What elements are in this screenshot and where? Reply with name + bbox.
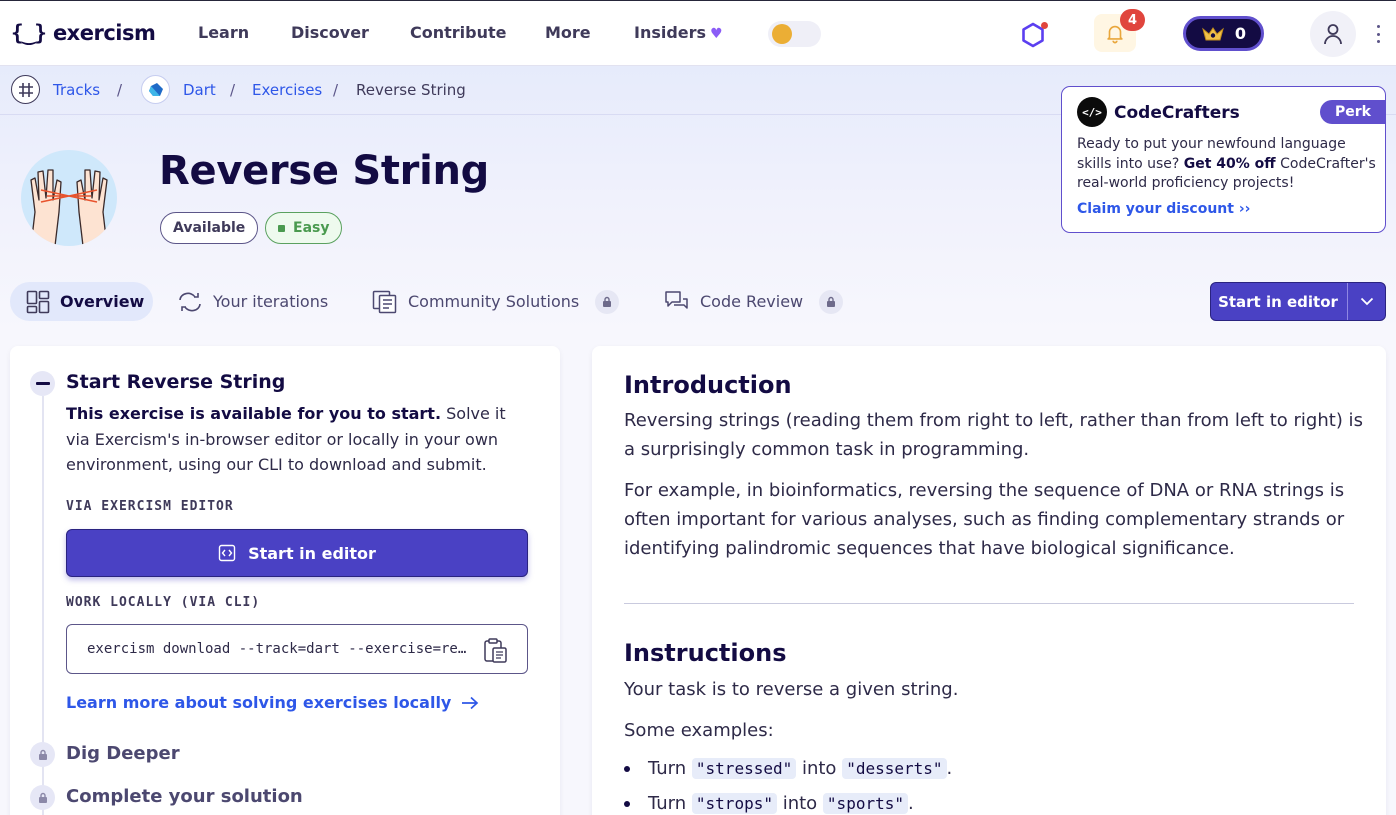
claim-discount-link[interactable]: Claim your discount ››: [1077, 201, 1250, 217]
start-in-editor-dropdown-button[interactable]: Start in editor: [1210, 282, 1386, 321]
complete-solution-step: Complete your solution: [66, 786, 303, 807]
perk-badge: Perk: [1320, 100, 1386, 124]
top-navigation: {‿} exercism Learn Discover Contribute M…: [0, 0, 1396, 66]
dart-track-icon[interactable]: [141, 75, 170, 104]
list-item: Turn "stressed" into "desserts".: [624, 758, 952, 779]
tab-iterations[interactable]: Your iterations: [177, 282, 328, 321]
user-avatar-button[interactable]: [1310, 11, 1356, 57]
tab-code-review-label: Code Review: [700, 292, 804, 311]
overview-grid-icon: [26, 290, 50, 313]
breadcrumb-exercises[interactable]: Exercises: [252, 81, 322, 99]
breadcrumb-tracks[interactable]: Tracks: [53, 81, 100, 99]
reputation-button[interactable]: 0: [1183, 16, 1264, 51]
reputation-value: 0: [1234, 24, 1247, 43]
difficulty-badge: Easy: [265, 212, 343, 244]
lock-icon: [595, 289, 620, 314]
iterations-icon: [179, 292, 201, 311]
community-solutions-icon: [372, 290, 397, 313]
learn-more-locally-link[interactable]: Learn more about solving exercises local…: [66, 693, 479, 712]
lock-icon: [30, 742, 55, 767]
difficulty-square-icon: [278, 224, 285, 232]
learn-more-label: Learn more about solving exercises local…: [66, 693, 452, 712]
breadcrumb-separator: /: [230, 81, 236, 99]
journey-indicator-dot: [1041, 22, 1048, 29]
code-snippet: "desserts": [842, 758, 947, 779]
editor-icon: [218, 544, 236, 562]
nav-discover[interactable]: Discover: [291, 23, 369, 42]
codecrafters-logo: </>: [1077, 97, 1107, 127]
nav-more[interactable]: More: [545, 23, 591, 42]
tab-community-solutions[interactable]: Community Solutions: [372, 282, 620, 321]
cli-command-box: exercism download --track=dart --exercis…: [66, 624, 528, 674]
introduction-heading: Introduction: [624, 371, 792, 399]
status-badge: Available: [160, 212, 259, 244]
breadcrumb-current: Reverse String: [356, 81, 466, 99]
start-in-editor-label: Start in editor: [1218, 292, 1338, 311]
chevron-right-icon: ››: [1238, 201, 1251, 217]
instructions-paragraph-2: Some examples:: [624, 720, 774, 741]
code-review-chat-icon: [665, 290, 688, 309]
introduction-paragraph-1: Reversing strings (reading them from rig…: [624, 410, 1363, 460]
logo-mark: {‿}: [11, 21, 47, 45]
list-item: Turn "strops" into "sports".: [624, 793, 914, 814]
introduction-paragraph-2: For example, in bioinformatics, reversin…: [624, 480, 1345, 559]
user-icon: [1324, 24, 1342, 45]
via-editor-label: VIA EXERCISM EDITOR: [66, 499, 234, 514]
start-in-editor-button[interactable]: Start in editor: [66, 529, 528, 577]
exercise-title: Reverse String: [159, 148, 489, 194]
start-exercise-panel: Start Reverse String This exercise is av…: [10, 346, 560, 815]
perk-description: Ready to put your newfound language skil…: [1077, 136, 1376, 191]
heart-icon: ♥: [710, 26, 723, 42]
cli-command[interactable]: exercism download --track=dart --exercis…: [87, 641, 471, 657]
breadcrumb-separator: /: [117, 81, 123, 99]
tab-code-review[interactable]: Code Review: [664, 282, 844, 321]
start-step-title: Start Reverse String: [66, 371, 286, 393]
tab-overview[interactable]: Overview: [10, 282, 153, 321]
dig-deeper-step: Dig Deeper: [66, 743, 180, 764]
nav-contribute[interactable]: Contribute: [410, 23, 507, 42]
code-snippet: "sports": [822, 793, 908, 814]
lock-icon: [30, 785, 55, 810]
nav-learn[interactable]: Learn: [198, 23, 249, 42]
section-divider: [624, 603, 1354, 604]
tab-community-label: Community Solutions: [408, 292, 580, 311]
instructions-paragraph-1: Your task is to reverse a given string.: [624, 679, 959, 700]
bullet-dot: [624, 800, 630, 807]
difficulty-label: Easy: [293, 220, 330, 236]
bullet-dot: [624, 765, 630, 772]
nav-insiders[interactable]: Insiders ♥: [634, 23, 723, 42]
breadcrumb-separator: /: [333, 81, 339, 99]
perk-name: CodeCrafters: [1114, 103, 1240, 123]
chevron-down-icon[interactable]: [1347, 283, 1385, 320]
arrow-right-icon: [462, 696, 479, 709]
more-menu-dots-icon[interactable]: [1372, 23, 1384, 45]
reputation-icon: [1202, 26, 1224, 40]
notifications-count-badge: 4: [1120, 9, 1145, 31]
nav-insiders-label: Insiders: [634, 23, 707, 42]
exercise-hands-string-icon: [21, 150, 117, 246]
instructions-panel: Introduction Reversing strings (reading …: [592, 346, 1386, 815]
code-snippet: "strops": [691, 793, 777, 814]
instructions-heading: Instructions: [624, 639, 787, 667]
code-snippet: "stressed": [691, 758, 797, 779]
start-in-editor-button-label: Start in editor: [248, 543, 376, 563]
start-step-description: This exercise is available for you to st…: [66, 404, 506, 474]
copy-clipboard-icon[interactable]: [481, 636, 511, 666]
tracks-icon[interactable]: [11, 75, 40, 104]
collapse-step-icon[interactable]: [30, 371, 55, 396]
theme-toggle[interactable]: [768, 21, 821, 47]
exercism-logo[interactable]: {‿} exercism: [11, 18, 156, 48]
codecrafters-perk-card: </> CodeCrafters Perk Ready to put your …: [1061, 86, 1386, 233]
lock-icon: [819, 289, 844, 314]
theme-toggle-knob: [772, 24, 792, 44]
tab-iterations-label: Your iterations: [213, 292, 329, 311]
work-locally-label: WORK LOCALLY (VIA CLI): [66, 595, 261, 610]
tab-overview-label: Overview: [60, 292, 145, 311]
breadcrumb-dart[interactable]: Dart: [183, 81, 216, 99]
logo-text: exercism: [52, 21, 156, 45]
